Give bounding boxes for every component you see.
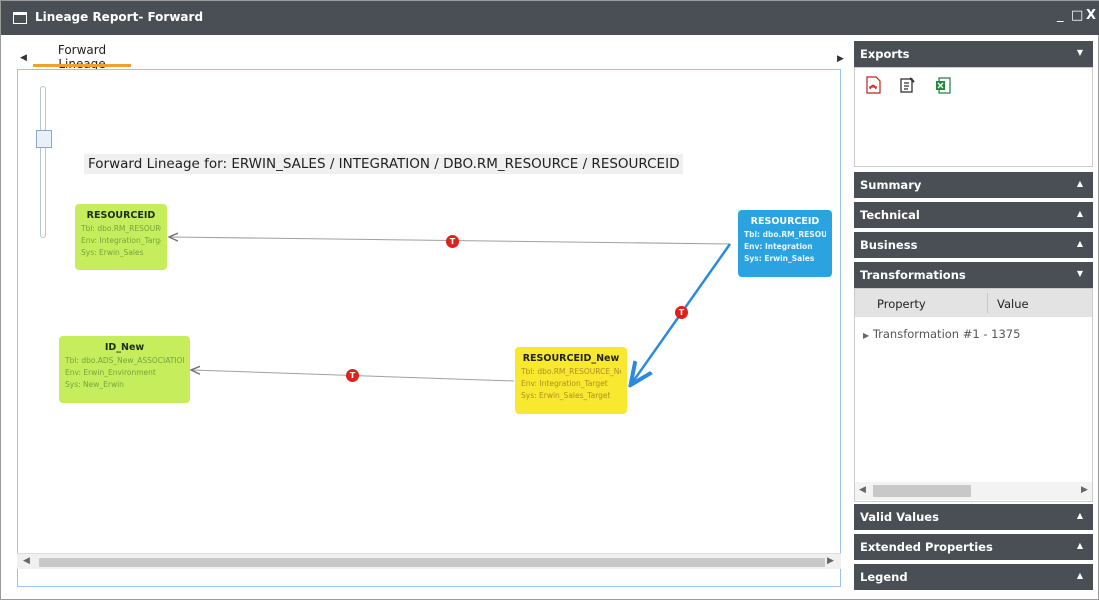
window-title: Lineage Report- Forward — [35, 10, 204, 24]
tab-strip: ◀ Forward Lineage — [17, 39, 847, 71]
node-resourceid-source[interactable]: RESOURCEID Tbl: dbo.RM_RESOURCE Env: Int… — [738, 210, 832, 277]
lineage-report-window: Lineage Report- Forward _ □ X ◀ Forward … — [0, 0, 1099, 600]
maximize-button[interactable]: □ — [1071, 8, 1083, 23]
node-sys: Sys: Erwin_Sales_Target — [521, 391, 611, 400]
node-sys: Sys: New_Erwin — [65, 380, 124, 389]
node-table: Tbl: dbo.RM_RESOURCE_New — [521, 367, 621, 376]
tree-row-label: Transformation #1 - 1375 — [872, 327, 1021, 341]
transformation-badge-icon[interactable]: T — [446, 235, 459, 248]
chevron-down-icon: ▼ — [1076, 48, 1083, 57]
tab-forward-lineage[interactable]: Forward Lineage — [33, 43, 131, 71]
technical-title: Technical — [860, 208, 920, 222]
node-table: Tbl: dbo.RM_RESOURCE — [744, 230, 826, 239]
pdf-export-icon[interactable] — [865, 76, 881, 94]
business-panel-header[interactable]: Business ▲ — [854, 232, 1093, 258]
chevron-up-icon: ▲ — [1076, 511, 1083, 520]
scrollbar-thumb[interactable] — [39, 558, 825, 567]
window-icon — [13, 12, 27, 24]
legend-title: Legend — [860, 570, 908, 584]
scroll-left-icon[interactable]: ◀ — [859, 485, 866, 495]
transformation-badge-icon[interactable]: T — [675, 306, 688, 319]
node-env: Env: Integration — [744, 242, 813, 251]
chevron-up-icon: ▲ — [1076, 209, 1083, 218]
transformation-badge-icon[interactable]: T — [346, 369, 359, 382]
tab-scroll-left-icon[interactable]: ◀ — [20, 53, 27, 63]
chevron-up-icon: ▲ — [1076, 239, 1083, 248]
node-table: Tbl: dbo.ADS_New_ASSOCIATIONS — [65, 356, 184, 365]
column-header-property[interactable]: Property — [877, 297, 926, 311]
column-header-value[interactable]: Value — [997, 297, 1029, 311]
lineage-edges — [18, 70, 732, 587]
legend-panel-header[interactable]: Legend ▲ — [854, 564, 1093, 590]
node-name: RESOURCEID — [750, 216, 820, 227]
node-table: Tbl: dbo.RM_RESOURCE — [81, 224, 161, 233]
transformations-title: Transformations — [860, 268, 966, 282]
node-sys: Sys: Erwin_Sales — [81, 248, 144, 257]
node-resourceid-new[interactable]: RESOURCEID_New Tbl: dbo.RM_RESOURCE_New … — [515, 347, 627, 414]
minimize-button[interactable]: _ — [1057, 8, 1064, 23]
exports-title: Exports — [860, 47, 910, 61]
extended-properties-title: Extended Properties — [860, 540, 993, 554]
title-bar: Lineage Report- Forward _ □ X — [1, 1, 1099, 35]
lineage-canvas[interactable]: Forward Lineage for: ERWIN_SALES / INTEG… — [17, 69, 841, 587]
column-separator — [987, 293, 988, 313]
node-resourceid-target[interactable]: RESOURCEID Tbl: dbo.RM_RESOURCE Env: Int… — [75, 204, 167, 270]
valid-values-panel-header[interactable]: Valid Values ▲ — [854, 504, 1093, 530]
grid-header: Property Value — [855, 289, 1092, 317]
chevron-up-icon: ▲ — [1076, 179, 1083, 188]
close-button[interactable]: X — [1086, 8, 1096, 23]
active-tab-indicator — [33, 64, 131, 67]
canvas-horizontal-scrollbar[interactable]: ◀ ▶ — [17, 553, 841, 569]
transformations-panel-header[interactable]: Transformations ▼ — [854, 262, 1093, 288]
exports-panel-header[interactable]: Exports ▼ — [854, 41, 1093, 67]
exports-panel-body — [854, 67, 1093, 167]
scroll-right-icon[interactable]: ▶ — [827, 556, 834, 566]
node-sys: Sys: Erwin_Sales — [744, 254, 815, 263]
summary-title: Summary — [860, 178, 922, 192]
collapse-panel-arrow-icon[interactable]: ▶ — [837, 54, 844, 64]
scroll-left-icon[interactable]: ◀ — [23, 556, 30, 566]
scrollbar-thumb[interactable] — [873, 485, 971, 497]
tree-row-transformation[interactable]: ▶ Transformation #1 - 1375 — [863, 327, 1020, 341]
valid-values-title: Valid Values — [860, 510, 939, 524]
node-name: ID_New — [104, 342, 145, 353]
node-name: RESOURCEID_New — [522, 353, 620, 364]
node-env: Env: Integration_Target — [81, 236, 161, 245]
node-id-new[interactable]: ID_New Tbl: dbo.ADS_New_ASSOCIATIONS Env… — [59, 336, 190, 403]
chevron-down-icon: ▼ — [1076, 269, 1083, 278]
node-env: Env: Erwin_Environment — [65, 368, 156, 377]
chevron-up-icon: ▲ — [1076, 541, 1083, 550]
summary-panel-header[interactable]: Summary ▲ — [854, 172, 1093, 198]
transformations-grid: Property Value ▶ Transformation #1 - 137… — [854, 288, 1093, 502]
node-env: Env: Integration_Target — [521, 379, 608, 388]
report-export-icon[interactable] — [899, 76, 915, 94]
excel-export-icon[interactable] — [935, 76, 951, 94]
grid-horizontal-scrollbar[interactable]: ◀ ▶ — [855, 482, 1092, 500]
scroll-right-icon[interactable]: ▶ — [1081, 485, 1088, 495]
business-title: Business — [860, 238, 918, 252]
extended-properties-panel-header[interactable]: Extended Properties ▲ — [854, 534, 1093, 560]
chevron-up-icon: ▲ — [1076, 571, 1083, 580]
technical-panel-header[interactable]: Technical ▲ — [854, 202, 1093, 228]
node-name: RESOURCEID — [86, 210, 156, 221]
expand-arrow-icon[interactable]: ▶ — [863, 331, 869, 340]
